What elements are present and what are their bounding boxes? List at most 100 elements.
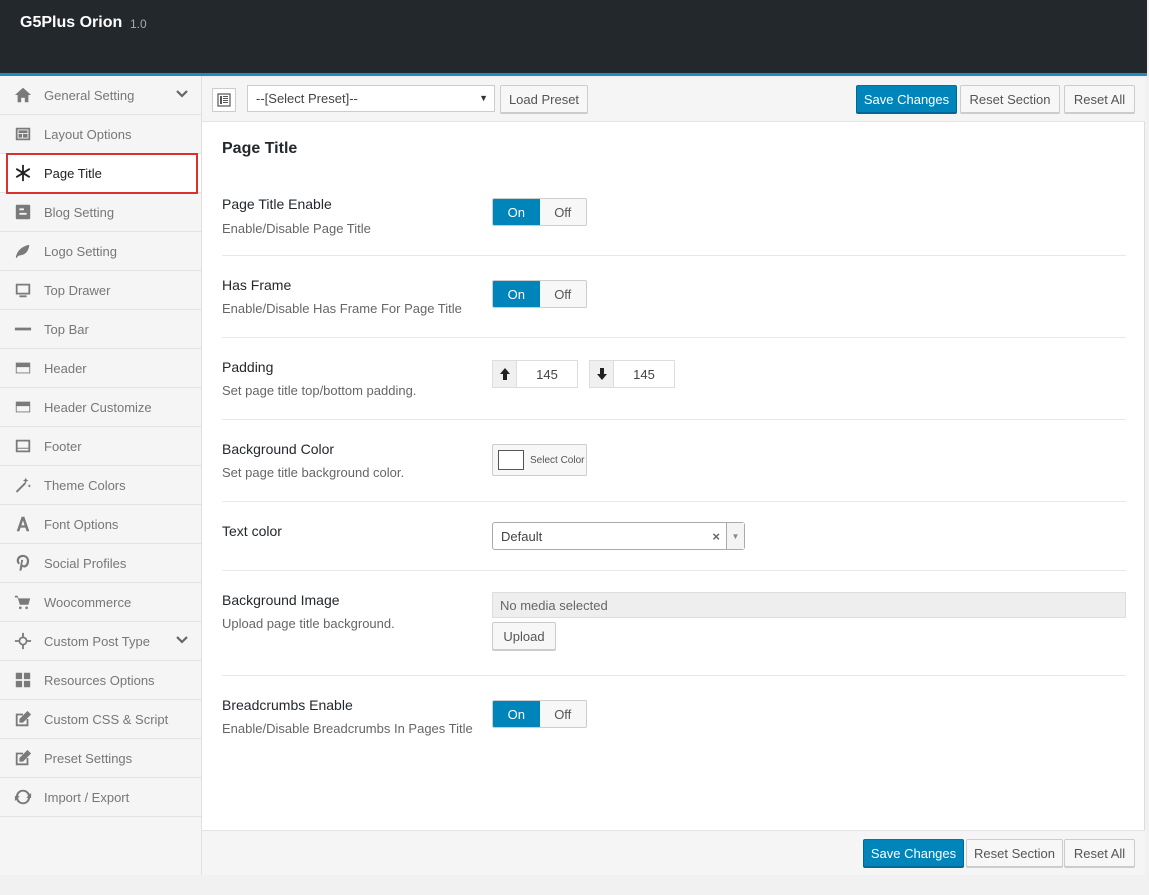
padding-top-value[interactable]: 145 [517, 361, 577, 387]
padding-row: Padding Set page title top/bottom paddin… [222, 338, 1126, 420]
save-changes-button[interactable]: Save Changes [863, 839, 964, 867]
padding-bottom-input: 145 [589, 360, 675, 388]
options-panel: --[Select Preset]-- ▼ Load Preset Save C… [202, 78, 1145, 875]
field-description: Set page title top/bottom padding. [222, 383, 417, 398]
blogger-icon [13, 202, 33, 222]
top-toolbar: --[Select Preset]-- ▼ Load Preset Save C… [202, 78, 1145, 122]
bottom-toolbar: Save Changes Reset Section Reset All [202, 830, 1145, 875]
load-preset-button[interactable]: Load Preset [500, 85, 588, 113]
sidebar-item-footer[interactable]: Footer [0, 427, 201, 466]
sidebar-item-label: Blog Setting [44, 204, 115, 220]
padding-top-input: 145 [492, 360, 578, 388]
text-color-select[interactable]: Default × ▼ [492, 522, 745, 550]
sidebar-item-label: Resources Options [44, 672, 155, 688]
sidebar-item-layout-options[interactable]: Layout Options [0, 115, 201, 154]
toggle-off[interactable]: Off [540, 701, 587, 727]
monitor-icon [13, 280, 33, 300]
sidebar-item-label: Social Profiles [44, 555, 127, 571]
edit-icon [13, 748, 33, 768]
minus-bar-icon [13, 319, 33, 339]
toggle-on[interactable]: On [493, 281, 540, 307]
sidebar-item-page-title[interactable]: Page Title [0, 154, 201, 193]
sidebar-item-import-export[interactable]: Import / Export [0, 778, 201, 817]
grid-icon [13, 670, 33, 690]
field-label: Page Title Enable [222, 196, 332, 212]
sidebar-item-header-customize[interactable]: Header Customize [0, 388, 201, 427]
header-customize-icon [13, 397, 33, 417]
header-icon [13, 358, 33, 378]
footer-icon [13, 436, 33, 456]
sidebar-item-blog-setting[interactable]: Blog Setting [0, 193, 201, 232]
color-swatch [498, 450, 524, 470]
padding-bottom-value[interactable]: 145 [614, 361, 674, 387]
select-color-button[interactable]: Select Color [492, 444, 587, 476]
sidebar-item-general-setting[interactable]: General Setting [0, 76, 201, 115]
cart-icon [13, 592, 33, 612]
breadcrumbs-enable-row: Breadcrumbs Enable Enable/Disable Breadc… [222, 676, 1126, 758]
home-icon [13, 85, 33, 105]
media-url-field[interactable]: No media selected [492, 592, 1126, 618]
clear-icon[interactable]: × [712, 529, 720, 544]
sidebar-item-label: Logo Setting [44, 243, 118, 259]
sidebar-item-preset-settings[interactable]: Preset Settings [0, 739, 201, 778]
toggle-on[interactable]: On [493, 199, 540, 225]
toggle-on[interactable]: On [493, 701, 540, 727]
chevron-down-icon[interactable] [175, 633, 189, 647]
sidebar-item-label: Header Customize [44, 399, 152, 415]
toggle-off[interactable]: Off [540, 199, 587, 225]
reset-section-button[interactable]: Reset Section [966, 839, 1063, 867]
sidebar-item-label: Custom CSS & Script [44, 711, 169, 727]
leaf-icon [13, 241, 33, 261]
caret-down-icon[interactable]: ▼ [726, 523, 744, 549]
page-title-enable-row: Page Title Enable Enable/Disable Page Ti… [222, 182, 1126, 256]
has-frame-toggle: On Off [492, 280, 587, 308]
page-bottom [0, 875, 1149, 895]
sidebar-item-label: Top Bar [44, 321, 89, 337]
sidebar-item-top-drawer[interactable]: Top Drawer [0, 271, 201, 310]
document-icon[interactable] [212, 88, 236, 112]
text-color-row: Text color Default × ▼ [222, 502, 1126, 571]
sidebar-item-label: General Setting [44, 87, 135, 103]
preset-select-value: --[Select Preset]-- [256, 91, 358, 106]
magic-wand-icon [13, 475, 33, 495]
sidebar-item-custom-post-type[interactable]: Custom Post Type [0, 622, 201, 661]
sidebar-item-custom-css-script[interactable]: Custom CSS & Script [0, 700, 201, 739]
field-description: Enable/Disable Page Title [222, 221, 371, 236]
sidebar-item-resources-options[interactable]: Resources Options [0, 661, 201, 700]
font-icon [13, 514, 33, 534]
section-title: Page Title [222, 140, 298, 157]
app-header: G5Plus Orion 1.0 [0, 0, 1147, 76]
sidebar-item-font-options[interactable]: Font Options [0, 505, 201, 544]
field-description: Enable/Disable Breadcrumbs In Pages Titl… [222, 721, 473, 736]
sidebar-item-header[interactable]: Header [0, 349, 201, 388]
sidebar-item-woocommerce[interactable]: Woocommerce [0, 583, 201, 622]
save-changes-button[interactable]: Save Changes [856, 85, 957, 113]
upload-button[interactable]: Upload [492, 622, 556, 650]
edit-icon [13, 709, 33, 729]
toggle-off[interactable]: Off [540, 281, 587, 307]
refresh-icon [13, 787, 33, 807]
reset-all-button[interactable]: Reset All [1064, 839, 1135, 867]
reset-section-button[interactable]: Reset Section [960, 85, 1060, 113]
sidebar: General Setting Layout Options Page Titl… [0, 76, 202, 876]
reset-all-button[interactable]: Reset All [1064, 85, 1135, 113]
sidebar-item-label: Preset Settings [44, 750, 133, 766]
field-description: Set page title background color. [222, 465, 405, 480]
field-description: Enable/Disable Has Frame For Page Title [222, 301, 462, 316]
field-label: Text color [222, 523, 282, 539]
text-color-value: Default [501, 528, 543, 544]
select-color-label: Select Color [530, 454, 585, 466]
sidebar-item-logo-setting[interactable]: Logo Setting [0, 232, 201, 271]
sidebar-item-theme-colors[interactable]: Theme Colors [0, 466, 201, 505]
chevron-down-icon[interactable] [175, 87, 189, 101]
background-image-row: Background Image Upload page title backg… [222, 571, 1126, 676]
sidebar-item-social-profiles[interactable]: Social Profiles [0, 544, 201, 583]
page-title-enable-toggle: On Off [492, 198, 587, 226]
field-label: Has Frame [222, 277, 292, 293]
layout-icon [13, 124, 33, 144]
field-label: Background Image [222, 592, 340, 608]
app-version: 1.0 [130, 17, 147, 31]
sidebar-item-label: Page Title [44, 165, 102, 181]
sidebar-item-top-bar[interactable]: Top Bar [0, 310, 201, 349]
preset-select[interactable]: --[Select Preset]-- ▼ [247, 85, 495, 112]
